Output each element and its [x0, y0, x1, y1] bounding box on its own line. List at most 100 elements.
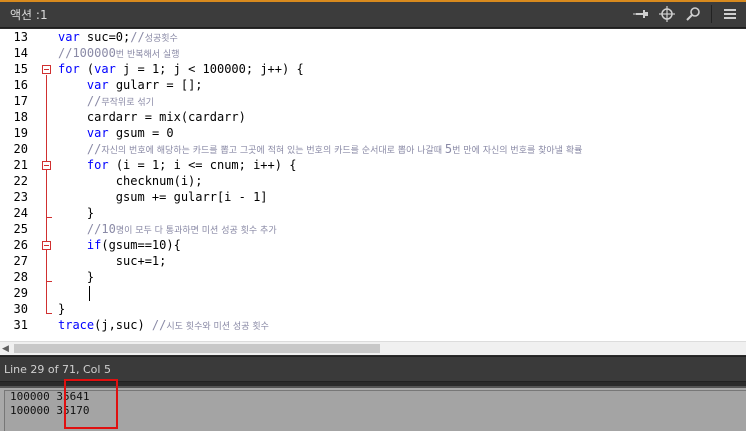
code-keyword: var	[94, 62, 116, 76]
line-number: 28	[13, 270, 28, 284]
code-comment: 자신의 번호에 해당하는 카드를 뽑고 그곳에 적혀 있는 번호의 카드를 순서…	[101, 146, 445, 156]
line-number: 13	[13, 30, 28, 44]
line-number: 23	[13, 190, 28, 204]
code-text: (	[79, 62, 95, 76]
code-comment: //	[86, 142, 102, 156]
code-editor[interactable]: 13 14 15 16 17 18 19 20 21 22 23 24 25 26 27 28 29 30 31 v…	[0, 29, 746, 341]
horizontal-scrollbar[interactable]: ◀	[0, 341, 746, 355]
target-icon[interactable]	[657, 4, 677, 24]
code-line[interactable]: var gsum = 0	[58, 125, 174, 141]
code-comment: 무작위로 섞기	[101, 98, 154, 108]
code-text: gsum += gularr[i - 1]	[58, 190, 268, 204]
fold-toggle-icon[interactable]	[42, 241, 51, 250]
code-line[interactable]: var gularr = [];	[58, 77, 203, 93]
text-caret	[89, 286, 90, 301]
code-comment: //100000	[58, 46, 116, 60]
fold-end-marker	[46, 281, 52, 282]
code-line[interactable]: for (var j = 1; j < 100000; j++) {	[58, 61, 304, 77]
pin-icon[interactable]	[631, 4, 651, 24]
annotation-highlight-box	[64, 379, 118, 429]
code-text: j = 1; j < 100000; j++) {	[115, 62, 304, 76]
code-line[interactable]: //100000번 반복해서 실행	[58, 45, 179, 61]
code-keyword: for	[58, 62, 80, 76]
code-comment: 번 반복해서 실행	[115, 50, 180, 60]
fold-end-marker	[46, 217, 52, 218]
tab-actions[interactable]: 액션 :1	[0, 2, 58, 28]
code-line[interactable]: //10명이 모두 다 통과하면 미션 성공 횟수 추가	[58, 221, 277, 237]
search-icon[interactable]	[683, 4, 703, 24]
line-number: 25	[13, 222, 28, 236]
line-number: 19	[13, 126, 28, 140]
code-text: }	[58, 302, 66, 316]
code-keyword: var	[58, 30, 80, 44]
code-line[interactable]: checknum(i);	[58, 173, 203, 189]
cursor-position: Line 29 of 71, Col 5	[4, 363, 111, 376]
code-text: checknum(i);	[58, 174, 203, 188]
code-line[interactable]: gsum += gularr[i - 1]	[58, 189, 268, 205]
code-line[interactable]: trace(j,suc) //시도 횟수와 미션 성공 횟수	[58, 317, 269, 333]
code-line[interactable]: //자신의 번호에 해당하는 카드를 뽑고 그곳에 적혀 있는 번호의 카드를 …	[58, 141, 582, 157]
code-keyword: var	[86, 126, 109, 140]
code-text: (j,suc)	[94, 318, 152, 332]
scroll-left-icon[interactable]: ◀	[2, 344, 12, 354]
code-comment: 성공횟수	[144, 34, 178, 44]
code-line[interactable]: //무작위로 섞기	[58, 93, 154, 109]
line-number-gutter: 13 14 15 16 17 18 19 20 21 22 23 24 25 26 27 28 29 30 31	[0, 29, 40, 341]
code-text: suc+=1;	[58, 254, 167, 268]
code-comment: //	[151, 318, 167, 332]
line-number: 15	[13, 62, 28, 76]
code-text: }	[58, 206, 95, 220]
code-line[interactable]: cardarr = mix(cardarr)	[58, 109, 246, 125]
fold-toggle-icon[interactable]	[42, 161, 51, 170]
code-line[interactable]: }	[58, 269, 94, 285]
line-number: 24	[13, 206, 28, 220]
code-line[interactable]: suc+=1;	[58, 253, 167, 269]
line-number: 31	[13, 318, 28, 332]
code-text: gsum = 0	[108, 126, 174, 140]
code-text: gularr = [];	[108, 78, 203, 92]
code-comment: 시도 횟수와 미션 성공 횟수	[166, 322, 269, 332]
code-text: (gsum==10){	[101, 238, 181, 252]
code-text: }	[58, 270, 95, 284]
code-text: (i = 1; i <= cnum; i++) {	[108, 158, 297, 172]
code-line[interactable]: }	[58, 205, 94, 221]
code-line[interactable]: if(gsum==10){	[58, 237, 181, 253]
menu-icon[interactable]	[720, 4, 740, 24]
code-comment: 번 만에 자신의 번호를 찾아낼 확률	[452, 146, 583, 156]
code-comment: 명이 모두 다 통과하면 미션 성공 횟수 추가	[115, 226, 277, 236]
toolbar-separator	[711, 5, 712, 23]
line-number: 18	[13, 110, 28, 124]
code-keyword: var	[86, 78, 109, 92]
code-keyword: for	[86, 158, 109, 172]
code-keyword: trace	[58, 318, 95, 332]
code-text: cardarr = mix(cardarr)	[58, 110, 246, 124]
line-number: 29	[13, 286, 28, 300]
code-line[interactable]: }	[58, 301, 65, 317]
code-line[interactable]: for (i = 1; i <= cnum; i++) {	[58, 157, 297, 173]
code-text: suc=0;	[79, 30, 131, 44]
line-number: 16	[13, 78, 28, 92]
code-comment: //	[130, 30, 145, 44]
code-comment: //	[86, 94, 102, 108]
line-number: 27	[13, 254, 28, 268]
fold-guide	[46, 75, 47, 313]
line-number: 14	[13, 46, 28, 60]
line-number: 21	[13, 158, 28, 172]
scrollbar-thumb[interactable]	[14, 344, 380, 353]
titlebar-accent	[0, 0, 746, 2]
code-line[interactable]: var suc=0;//성공횟수	[58, 29, 178, 45]
panel-titlebar: 액션 :1	[0, 0, 746, 28]
line-number: 22	[13, 174, 28, 188]
code-keyword: if	[86, 238, 102, 252]
fold-toggle-icon[interactable]	[42, 65, 51, 74]
code-comment: //10	[86, 222, 116, 236]
line-number: 20	[13, 142, 28, 156]
fold-end-marker	[46, 313, 52, 314]
line-number: 26	[13, 238, 28, 252]
line-number: 30	[13, 302, 28, 316]
